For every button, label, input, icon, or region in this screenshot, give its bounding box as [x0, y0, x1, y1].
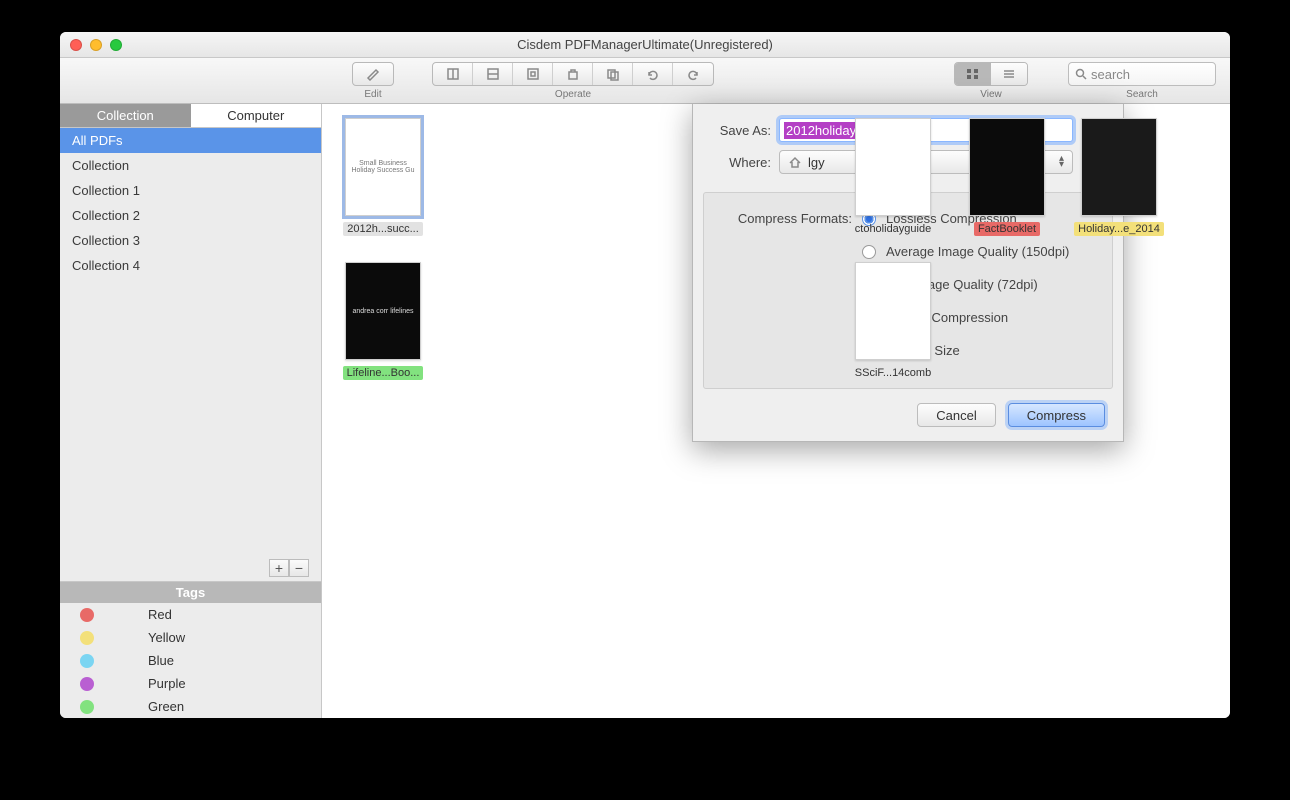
tag-row-green[interactable]: Green [60, 695, 321, 718]
thumb-label: Lifeline...Boo... [343, 366, 424, 380]
toolbar-operate-label: Operate [555, 89, 591, 100]
view-grid-button[interactable] [955, 63, 991, 85]
compress-option-label: Average Image Quality (150dpi) [886, 244, 1069, 259]
operate-btn-2[interactable] [473, 63, 513, 85]
compress-formats-label: Compress Formats: [720, 211, 852, 226]
content-grid: Save As: 2012holidaysuccess.pdf Where: [322, 104, 1230, 718]
save-as-label: Save As: [711, 123, 771, 138]
thumbnail-icon [1081, 118, 1157, 216]
add-collection-button[interactable]: + [269, 559, 289, 577]
thumbnail-icon: andrea corr lifelines [345, 262, 421, 360]
thumb-item[interactable]: ctoholidayguide [850, 118, 936, 236]
sidebar-item-4[interactable]: Collection 3 [60, 228, 321, 253]
thumb-item[interactable]: FactBooklet [964, 118, 1050, 236]
tag-row-blue[interactable]: Blue [60, 649, 321, 672]
titlebar: Cisdem PDFManagerUltimate(Unregistered) [60, 32, 1230, 58]
tag-label: Blue [148, 653, 174, 668]
compress-option-1[interactable]: Average Image Quality (150dpi) [720, 244, 1096, 259]
cancel-button[interactable]: Cancel [917, 403, 995, 427]
where-value: lgy [808, 155, 825, 170]
tag-label: Purple [148, 676, 186, 691]
sidebar-item-3[interactable]: Collection 2 [60, 203, 321, 228]
tag-dot-icon [80, 700, 94, 714]
window-title: Cisdem PDFManagerUltimate(Unregistered) [60, 37, 1230, 52]
tab-computer[interactable]: Computer [191, 104, 322, 128]
thumb-label: ctoholidayguide [851, 222, 935, 236]
thumb-label: Holiday...e_2014 [1074, 222, 1164, 236]
toolbar: Edit Operate V [60, 58, 1230, 104]
home-icon [788, 156, 802, 168]
view-list-button[interactable] [991, 63, 1027, 85]
tag-dot-icon [80, 631, 94, 645]
tag-dot-icon [80, 608, 94, 622]
toolbar-search-label: Search [1126, 89, 1158, 100]
thumb-label: FactBooklet [974, 222, 1040, 236]
tag-row-purple[interactable]: Purple [60, 672, 321, 695]
compress-button[interactable]: Compress [1008, 403, 1105, 427]
thumb-item[interactable]: Holiday...e_2014 [1076, 118, 1162, 236]
tag-dot-icon [80, 654, 94, 668]
thumbnail-icon: Small Business Holiday Success Gu [345, 118, 421, 216]
search-placeholder: search [1091, 67, 1130, 82]
operate-btn-ocr[interactable] [673, 63, 713, 85]
remove-collection-button[interactable]: − [289, 559, 309, 577]
sidebar-item-5[interactable]: Collection 4 [60, 253, 321, 278]
sidebar-item-0[interactable]: All PDFs [60, 128, 321, 153]
thumbnail-icon [855, 118, 931, 216]
thumb-item[interactable]: Small Business Holiday Success Gu 2012h..… [340, 118, 426, 236]
thumb-label: 2012h...succ... [343, 222, 423, 236]
radio-icon [862, 245, 876, 259]
updown-icon: ▴▾ [1059, 156, 1064, 168]
where-label: Where: [711, 155, 771, 170]
tag-label: Red [148, 607, 172, 622]
app-window: Cisdem PDFManagerUltimate(Unregistered) … [60, 32, 1230, 718]
tab-collection[interactable]: Collection [60, 104, 191, 128]
tag-label: Green [148, 699, 184, 714]
tag-row-yellow[interactable]: Yellow [60, 626, 321, 649]
sidebar-item-1[interactable]: Collection [60, 153, 321, 178]
operate-btn-4[interactable] [553, 63, 593, 85]
operate-btn-5[interactable] [593, 63, 633, 85]
tags-header: Tags [60, 582, 321, 603]
sidebar: Collection Computer All PDFsCollectionCo… [60, 104, 322, 718]
thumbnail-icon [855, 262, 931, 360]
toolbar-view-label: View [980, 89, 1002, 100]
edit-button[interactable] [353, 63, 393, 85]
thumb-label: SSciF...14comb [851, 366, 935, 380]
thumb-item[interactable]: SSciF...14comb [850, 262, 936, 380]
tag-label: Yellow [148, 630, 185, 645]
operate-btn-3[interactable] [513, 63, 553, 85]
sidebar-item-2[interactable]: Collection 1 [60, 178, 321, 203]
thumb-item[interactable]: andrea corr lifelines Lifeline...Boo... [340, 262, 426, 380]
tag-dot-icon [80, 677, 94, 691]
tag-row-red[interactable]: Red [60, 603, 321, 626]
operate-btn-6[interactable] [633, 63, 673, 85]
thumbnail-icon [969, 118, 1045, 216]
search-input[interactable]: search [1068, 62, 1216, 86]
search-icon [1075, 68, 1087, 80]
toolbar-edit-label: Edit [364, 89, 381, 100]
operate-btn-1[interactable] [433, 63, 473, 85]
